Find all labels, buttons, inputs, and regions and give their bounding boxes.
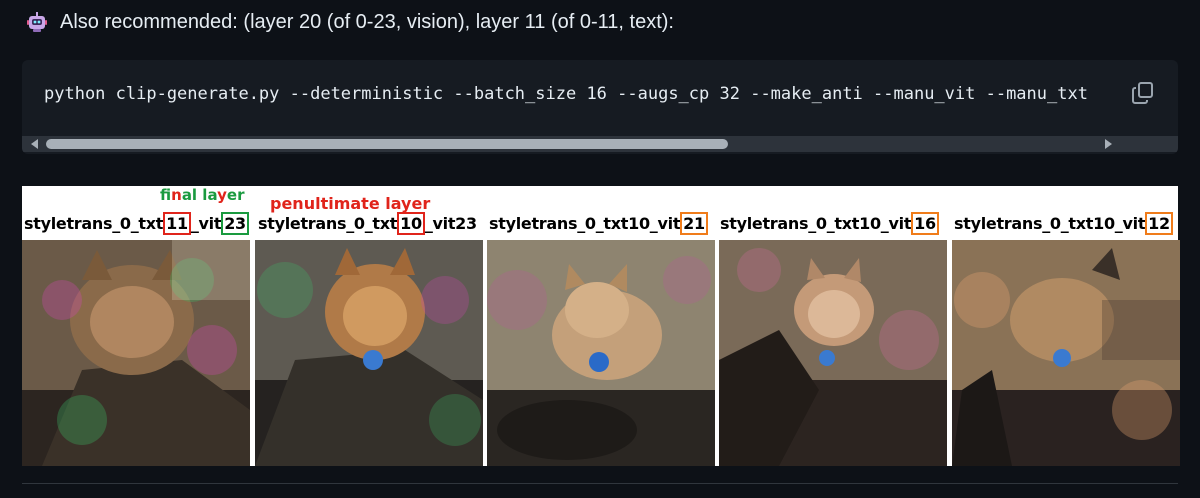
horizontal-scrollbar[interactable] — [22, 136, 1178, 152]
code-command[interactable]: python clip-generate.py --deterministic … — [44, 84, 1088, 104]
copy-button[interactable] — [1130, 80, 1156, 106]
comparison-figure: final layer penultimate layer styletrans… — [22, 186, 1180, 466]
scroll-right-arrow-icon[interactable] — [1105, 139, 1112, 149]
scroll-left-arrow-icon[interactable] — [31, 139, 38, 149]
caption-4: styletrans_0_txt10_vit 16 — [720, 212, 939, 235]
caption-5: styletrans_0_txt10_vit 12 — [954, 212, 1173, 235]
heading-row: Also recommended: (layer 20 (of 0-23, vi… — [26, 8, 674, 36]
robot-icon — [26, 11, 48, 33]
image-panel-1 — [22, 240, 250, 466]
image-panel-5 — [952, 240, 1180, 466]
annotation-penultimate-layer: penultimate layer — [270, 194, 431, 213]
caption-3: styletrans_0_txt10_vit 21 — [489, 212, 708, 235]
copy-icon — [1132, 82, 1153, 104]
image-panel-3 — [487, 240, 715, 466]
divider — [22, 483, 1178, 484]
caption-2: styletrans_0_txt 10 _vit23 — [258, 212, 477, 235]
heading-text: Also recommended: (layer 20 (of 0-23, vi… — [60, 10, 674, 33]
scroll-thumb[interactable] — [46, 139, 728, 149]
image-panel-4 — [719, 240, 947, 466]
annotation-final-layer: final layer — [160, 186, 245, 204]
image-panel-2 — [255, 240, 483, 466]
code-block: python clip-generate.py --deterministic … — [22, 60, 1178, 154]
caption-1: styletrans_0_txt 11 _vit 23 — [24, 212, 249, 235]
